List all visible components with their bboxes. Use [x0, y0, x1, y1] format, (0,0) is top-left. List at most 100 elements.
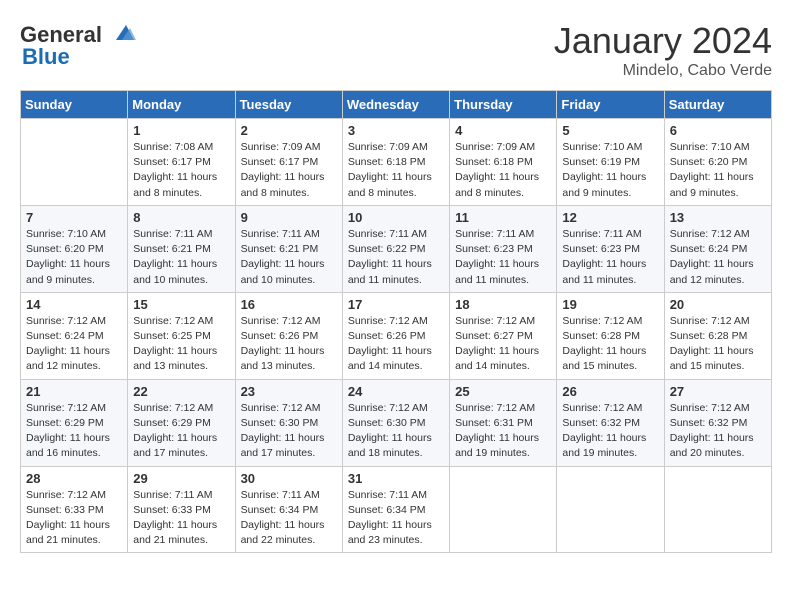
day-number: 30: [241, 471, 337, 486]
calendar-table: SundayMondayTuesdayWednesdayThursdayFrid…: [20, 90, 772, 553]
calendar-cell: 5 Sunrise: 7:10 AMSunset: 6:19 PMDaylight…: [557, 119, 664, 206]
day-number: 5: [562, 123, 658, 138]
day-number: 9: [241, 210, 337, 225]
calendar-cell: 6Sunrise: 7:10 AMSunset: 6:20 PMDaylight…: [664, 119, 771, 206]
day-info: Sunrise: 7:11 AMSunset: 6:22 PMDaylight:…: [348, 227, 444, 288]
day-number: 15: [133, 297, 229, 312]
day-number: 3: [348, 123, 444, 138]
calendar-cell: 26 Sunrise: 7:12 AMSunset: 6:32 PMDayligh…: [557, 379, 664, 466]
calendar-cell: 25 Sunrise: 7:12 AMSunset: 6:31 PMDayligh…: [450, 379, 557, 466]
calendar-cell: 10 Sunrise: 7:11 AMSunset: 6:22 PMDayligh…: [342, 205, 449, 292]
day-number: 16: [241, 297, 337, 312]
calendar-cell: 23Sunrise: 7:12 AMSunset: 6:30 PMDayligh…: [235, 379, 342, 466]
day-number: 13: [670, 210, 766, 225]
calendar-cell: 15 Sunrise: 7:12 AMSunset: 6:25 PMDayligh…: [128, 292, 235, 379]
week-row-2: 7Sunrise: 7:10 AMSunset: 6:20 PMDaylight…: [21, 205, 772, 292]
calendar-cell: 18 Sunrise: 7:12 AMSunset: 6:27 PMDayligh…: [450, 292, 557, 379]
day-number: 18: [455, 297, 551, 312]
week-row-1: 1Sunrise: 7:08 AMSunset: 6:17 PMDaylight…: [21, 119, 772, 206]
day-info: Sunrise: 7:11 AMSunset: 6:34 PMDaylight:…: [348, 488, 444, 549]
day-number: 28: [26, 471, 122, 486]
weekday-header-wednesday: Wednesday: [342, 91, 449, 119]
day-info: Sunrise: 7:12 AMSunset: 6:30 PMDaylight:…: [241, 401, 337, 462]
logo-blue: Blue: [22, 44, 70, 70]
day-info: Sunrise: 7:12 AMSunset: 6:31 PMDaylight:…: [455, 401, 551, 462]
day-info: Sunrise: 7:12 AMSunset: 6:27 PMDaylight:…: [455, 314, 551, 375]
day-info: Sunrise: 7:12 AMSunset: 6:26 PMDaylight:…: [241, 314, 337, 375]
day-info: Sunrise: 7:12 AMSunset: 6:33 PMDaylight:…: [26, 488, 122, 549]
weekday-header-row: SundayMondayTuesdayWednesdayThursdayFrid…: [21, 91, 772, 119]
day-number: 14: [26, 297, 122, 312]
calendar-cell: 16 Sunrise: 7:12 AMSunset: 6:26 PMDayligh…: [235, 292, 342, 379]
day-info: Sunrise: 7:09 AMSunset: 6:18 PMDaylight:…: [455, 140, 551, 201]
day-info: Sunrise: 7:11 AMSunset: 6:34 PMDaylight:…: [241, 488, 337, 549]
logo: General Blue: [20, 20, 136, 70]
weekday-header-friday: Friday: [557, 91, 664, 119]
day-number: 12: [562, 210, 658, 225]
day-info: Sunrise: 7:12 AMSunset: 6:28 PMDaylight:…: [562, 314, 658, 375]
day-info: Sunrise: 7:12 AMSunset: 6:25 PMDaylight:…: [133, 314, 229, 375]
location-title: Mindelo, Cabo Verde: [554, 62, 772, 80]
day-info: Sunrise: 7:11 AMSunset: 6:23 PMDaylight:…: [455, 227, 551, 288]
weekday-header-monday: Monday: [128, 91, 235, 119]
calendar-cell: 28 Sunrise: 7:12 AMSunset: 6:33 PMDayligh…: [21, 466, 128, 553]
day-info: Sunrise: 7:10 AMSunset: 6:20 PMDaylight:…: [670, 140, 766, 201]
day-info: Sunrise: 7:11 AMSunset: 6:21 PMDaylight:…: [133, 227, 229, 288]
calendar-cell: 29Sunrise: 7:11 AMSunset: 6:33 PMDayligh…: [128, 466, 235, 553]
calendar-cell: 2 Sunrise: 7:09 AMSunset: 6:17 PMDaylight…: [235, 119, 342, 206]
day-info: Sunrise: 7:10 AMSunset: 6:19 PMDaylight:…: [562, 140, 658, 201]
calendar-cell: 4 Sunrise: 7:09 AMSunset: 6:18 PMDaylight…: [450, 119, 557, 206]
day-number: 26: [562, 384, 658, 399]
calendar-cell: [664, 466, 771, 553]
day-info: Sunrise: 7:12 AMSunset: 6:24 PMDaylight:…: [670, 227, 766, 288]
day-number: 4: [455, 123, 551, 138]
weekday-header-sunday: Sunday: [21, 91, 128, 119]
calendar-cell: 30 Sunrise: 7:11 AMSunset: 6:34 PMDayligh…: [235, 466, 342, 553]
day-number: 2: [241, 123, 337, 138]
day-info: Sunrise: 7:09 AMSunset: 6:17 PMDaylight:…: [241, 140, 337, 201]
week-row-3: 14 Sunrise: 7:12 AMSunset: 6:24 PMDayligh…: [21, 292, 772, 379]
day-number: 24: [348, 384, 444, 399]
day-info: Sunrise: 7:11 AMSunset: 6:33 PMDaylight:…: [133, 488, 229, 549]
calendar-cell: 21Sunrise: 7:12 AMSunset: 6:29 PMDayligh…: [21, 379, 128, 466]
day-number: 19: [562, 297, 658, 312]
calendar-cell: 17 Sunrise: 7:12 AMSunset: 6:26 PMDayligh…: [342, 292, 449, 379]
day-info: Sunrise: 7:12 AMSunset: 6:32 PMDaylight:…: [670, 401, 766, 462]
day-number: 10: [348, 210, 444, 225]
week-row-5: 28 Sunrise: 7:12 AMSunset: 6:33 PMDayligh…: [21, 466, 772, 553]
title-section: January 2024 Mindelo, Cabo Verde: [554, 20, 772, 80]
day-number: 25: [455, 384, 551, 399]
calendar-cell: 22Sunrise: 7:12 AMSunset: 6:29 PMDayligh…: [128, 379, 235, 466]
calendar-cell: 1Sunrise: 7:08 AMSunset: 6:17 PMDaylight…: [128, 119, 235, 206]
day-info: Sunrise: 7:12 AMSunset: 6:26 PMDaylight:…: [348, 314, 444, 375]
day-info: Sunrise: 7:12 AMSunset: 6:30 PMDaylight:…: [348, 401, 444, 462]
day-number: 11: [455, 210, 551, 225]
calendar-cell: 24 Sunrise: 7:12 AMSunset: 6:30 PMDayligh…: [342, 379, 449, 466]
day-number: 20: [670, 297, 766, 312]
calendar-cell: 27 Sunrise: 7:12 AMSunset: 6:32 PMDayligh…: [664, 379, 771, 466]
day-info: Sunrise: 7:10 AMSunset: 6:20 PMDaylight:…: [26, 227, 122, 288]
day-number: 27: [670, 384, 766, 399]
day-info: Sunrise: 7:12 AMSunset: 6:29 PMDaylight:…: [26, 401, 122, 462]
logo-icon: [106, 20, 136, 50]
page-header: General Blue January 2024 Mindelo, Cabo …: [20, 20, 772, 80]
calendar-cell: 11 Sunrise: 7:11 AMSunset: 6:23 PMDayligh…: [450, 205, 557, 292]
day-number: 31: [348, 471, 444, 486]
day-info: Sunrise: 7:12 AMSunset: 6:32 PMDaylight:…: [562, 401, 658, 462]
day-info: Sunrise: 7:12 AMSunset: 6:28 PMDaylight:…: [670, 314, 766, 375]
day-number: 8: [133, 210, 229, 225]
day-info: Sunrise: 7:08 AMSunset: 6:17 PMDaylight:…: [133, 140, 229, 201]
day-info: Sunrise: 7:12 AMSunset: 6:29 PMDaylight:…: [133, 401, 229, 462]
calendar-cell: 12 Sunrise: 7:11 AMSunset: 6:23 PMDayligh…: [557, 205, 664, 292]
day-number: 17: [348, 297, 444, 312]
weekday-header-thursday: Thursday: [450, 91, 557, 119]
calendar-cell: 3 Sunrise: 7:09 AMSunset: 6:18 PMDaylight…: [342, 119, 449, 206]
day-info: Sunrise: 7:12 AMSunset: 6:24 PMDaylight:…: [26, 314, 122, 375]
day-info: Sunrise: 7:09 AMSunset: 6:18 PMDaylight:…: [348, 140, 444, 201]
calendar-cell: [557, 466, 664, 553]
month-title: January 2024: [554, 20, 772, 62]
calendar-cell: 13 Sunrise: 7:12 AMSunset: 6:24 PMDayligh…: [664, 205, 771, 292]
calendar-cell: 14 Sunrise: 7:12 AMSunset: 6:24 PMDayligh…: [21, 292, 128, 379]
day-info: Sunrise: 7:11 AMSunset: 6:23 PMDaylight:…: [562, 227, 658, 288]
calendar-cell: 31 Sunrise: 7:11 AMSunset: 6:34 PMDayligh…: [342, 466, 449, 553]
